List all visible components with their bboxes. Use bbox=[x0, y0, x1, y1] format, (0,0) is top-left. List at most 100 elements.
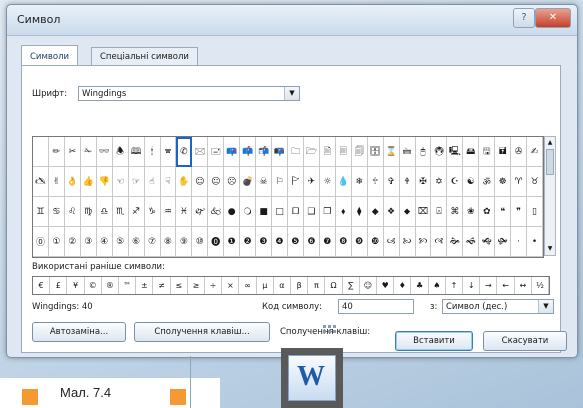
symbol-cell[interactable]: ✏ bbox=[48, 137, 65, 167]
symbol-cell[interactable]: 🔾 bbox=[240, 197, 257, 227]
symbol-grid[interactable]: ✏ ✂ ✁ 👓 🕭 🕮 🕯 🕿 ✆ 🖂 🖃 📪 📫 📬 📭 🗀 🗁 🗎 🗏 🗐 🗄 ⌛ 🖮 🖰 🖲 🖳 🖴 🖫 🖬 ✇ ✍ 🖎 ✌ 👌 👍 👎 ☜ ☞ ☝ ☟… bbox=[32, 136, 544, 258]
symbol-cell[interactable]: ♋ bbox=[48, 197, 65, 227]
symbol-cell[interactable]: 🗄 bbox=[367, 137, 384, 167]
help-button[interactable]: ? bbox=[513, 8, 535, 28]
symbol-cell[interactable]: 📭 bbox=[272, 137, 288, 167]
recent-symbol-cell[interactable]: → bbox=[480, 277, 498, 294]
symbol-cell[interactable]: ⑨ bbox=[176, 227, 193, 257]
close-button[interactable]: ✕ bbox=[535, 8, 571, 28]
symbol-cell[interactable]: ❞ bbox=[511, 197, 528, 227]
symbol-cell[interactable]: ♊ bbox=[33, 197, 49, 227]
symbol-cell[interactable]: ⬥ bbox=[399, 197, 416, 227]
recent-symbol-cell[interactable]: ♥ bbox=[377, 277, 395, 294]
tab-special-characters[interactable]: Спеціальні символи bbox=[91, 47, 198, 66]
recent-symbol-cell[interactable]: ∞ bbox=[239, 277, 257, 294]
symbol-cell[interactable]: □ bbox=[272, 197, 288, 227]
symbol-cell[interactable]: ▯ bbox=[527, 197, 543, 227]
symbol-cell[interactable]: ♍ bbox=[80, 197, 97, 227]
symbol-cell[interactable]: ❶ bbox=[224, 227, 241, 257]
symbol-cell[interactable]: ❑ bbox=[303, 197, 320, 227]
symbol-cell[interactable]: ☯ bbox=[463, 167, 480, 197]
symbol-cell[interactable]: 🖮 bbox=[399, 137, 416, 167]
symbol-cell[interactable]: ☠ bbox=[256, 167, 273, 197]
symbol-cell[interactable]: ♑ bbox=[144, 197, 161, 227]
resize-grip-icon[interactable] bbox=[323, 325, 337, 339]
cancel-button[interactable]: Скасувати bbox=[483, 331, 567, 351]
recent-symbol-cell[interactable]: β bbox=[291, 277, 309, 294]
recent-symbol-cell[interactable]: ™ bbox=[119, 277, 137, 294]
symbol-cell[interactable]: 🙰 bbox=[192, 197, 209, 227]
symbol-cell[interactable]: 🖎 bbox=[33, 167, 49, 197]
insert-button[interactable]: Вставити bbox=[395, 331, 473, 351]
symbol-cell[interactable]: 🙣 bbox=[431, 227, 448, 257]
symbol-cell[interactable]: ☜ bbox=[112, 167, 129, 197]
symbol-cell[interactable]: 🕭 bbox=[112, 137, 129, 167]
symbol-cell[interactable]: ☟ bbox=[160, 167, 177, 197]
symbol-cell[interactable]: 📬 bbox=[256, 137, 273, 167]
symbol-cell[interactable]: ♓ bbox=[176, 197, 193, 227]
symbol-cell[interactable]: ① bbox=[48, 227, 65, 257]
symbol-cell[interactable]: 💧 bbox=[335, 167, 352, 197]
recent-symbol-cell[interactable]: ½ bbox=[532, 277, 550, 294]
recent-symbol-cell[interactable]: ← bbox=[497, 277, 515, 294]
symbol-cell[interactable]: ⌛ bbox=[383, 137, 400, 167]
recent-symbol-cell[interactable]: ∑ bbox=[343, 277, 360, 294]
symbol-cell[interactable]: ♈ bbox=[511, 167, 528, 197]
recent-symbol-cell[interactable]: ± bbox=[136, 277, 154, 294]
symbol-cell[interactable]: ⓪ bbox=[33, 227, 49, 257]
symbol-cell[interactable]: 🙟 bbox=[495, 227, 512, 257]
symbol-cell[interactable]: 🞐 bbox=[288, 197, 304, 227]
symbol-cell[interactable]: ④ bbox=[96, 227, 113, 257]
scroll-thumb[interactable] bbox=[546, 149, 554, 175]
recent-symbol-cell[interactable]: © bbox=[85, 277, 102, 294]
chevron-down-icon[interactable]: ▼ bbox=[538, 300, 553, 313]
recent-symbol-cell[interactable]: ↓ bbox=[463, 277, 481, 294]
symbol-cell[interactable]: ⑥ bbox=[128, 227, 145, 257]
symbol-cell[interactable]: · bbox=[511, 227, 528, 257]
symbol-cell[interactable]: ❹ bbox=[272, 227, 288, 257]
symbol-cell[interactable]: ॐ bbox=[479, 167, 496, 197]
symbol-cell[interactable]: ⍓ bbox=[431, 197, 448, 227]
symbol-cell[interactable]: 🖂 bbox=[192, 137, 209, 167]
symbol-cell[interactable]: ❖ bbox=[383, 197, 400, 227]
symbol-cell[interactable]: 🙠 bbox=[399, 227, 416, 257]
symbol-cell[interactable]: ✂ bbox=[64, 137, 81, 167]
symbol-cell[interactable]: 👎 bbox=[96, 167, 113, 197]
recent-symbol-cell[interactable]: £ bbox=[50, 277, 68, 294]
autocorrect-button[interactable]: Автозаміна... bbox=[32, 322, 126, 342]
from-select[interactable]: Символ (дес.) ▼ bbox=[442, 299, 554, 314]
symbol-cell[interactable]: ☺ bbox=[192, 167, 209, 197]
symbol-cell[interactable]: 🖳 bbox=[447, 137, 464, 167]
symbol-cell[interactable]: 📪 bbox=[224, 137, 241, 167]
shortcut-key-button[interactable]: Сполучення клавіш... bbox=[134, 322, 270, 342]
symbol-cell[interactable]: ☹ bbox=[224, 167, 241, 197]
symbol-cell[interactable]: 😐 bbox=[208, 167, 225, 197]
symbol-cell[interactable]: ☼ bbox=[319, 167, 336, 197]
symbol-cell[interactable]: ⓿ bbox=[208, 227, 225, 257]
symbol-cell[interactable]: ✁ bbox=[80, 137, 97, 167]
recent-symbol-cell[interactable]: Ω bbox=[325, 277, 343, 294]
symbol-cell[interactable]: ⚐ bbox=[272, 167, 288, 197]
scroll-up-icon[interactable]: ▲ bbox=[545, 138, 555, 148]
recent-symbol-cell[interactable]: ↑ bbox=[446, 277, 464, 294]
symbol-cell[interactable]: ⌘ bbox=[447, 197, 464, 227]
symbol-cell[interactable]: 🖫 bbox=[479, 137, 496, 167]
symbol-cell[interactable]: 👌 bbox=[64, 167, 81, 197]
symbol-cell[interactable]: 🗁 bbox=[303, 137, 320, 167]
symbol-cell[interactable]: ♐ bbox=[128, 197, 145, 227]
symbol-cell[interactable]: ♒ bbox=[160, 197, 177, 227]
symbol-cell[interactable]: • bbox=[527, 227, 543, 257]
symbol-cell[interactable]: ⌧ bbox=[415, 197, 432, 227]
symbol-grid-scrollbar[interactable]: ▲ ▼ bbox=[544, 136, 556, 256]
symbol-cell[interactable]: ✠ bbox=[415, 167, 432, 197]
symbol-cell[interactable]: 🙵 bbox=[208, 197, 225, 227]
symbol-cell[interactable]: ✋ bbox=[176, 167, 193, 197]
recent-symbol-cell[interactable]: ¥ bbox=[67, 277, 85, 294]
symbol-cell[interactable]: ☝ bbox=[144, 167, 161, 197]
symbol-cell[interactable]: 🙝 bbox=[479, 227, 496, 257]
symbol-cell[interactable]: 🙞 bbox=[447, 227, 464, 257]
symbol-cell[interactable]: 💣 bbox=[240, 167, 257, 197]
symbol-cell[interactable]: ❄ bbox=[351, 167, 368, 197]
symbol-cell[interactable]: ❒ bbox=[319, 197, 336, 227]
symbol-cell[interactable]: ❸ bbox=[256, 227, 273, 257]
